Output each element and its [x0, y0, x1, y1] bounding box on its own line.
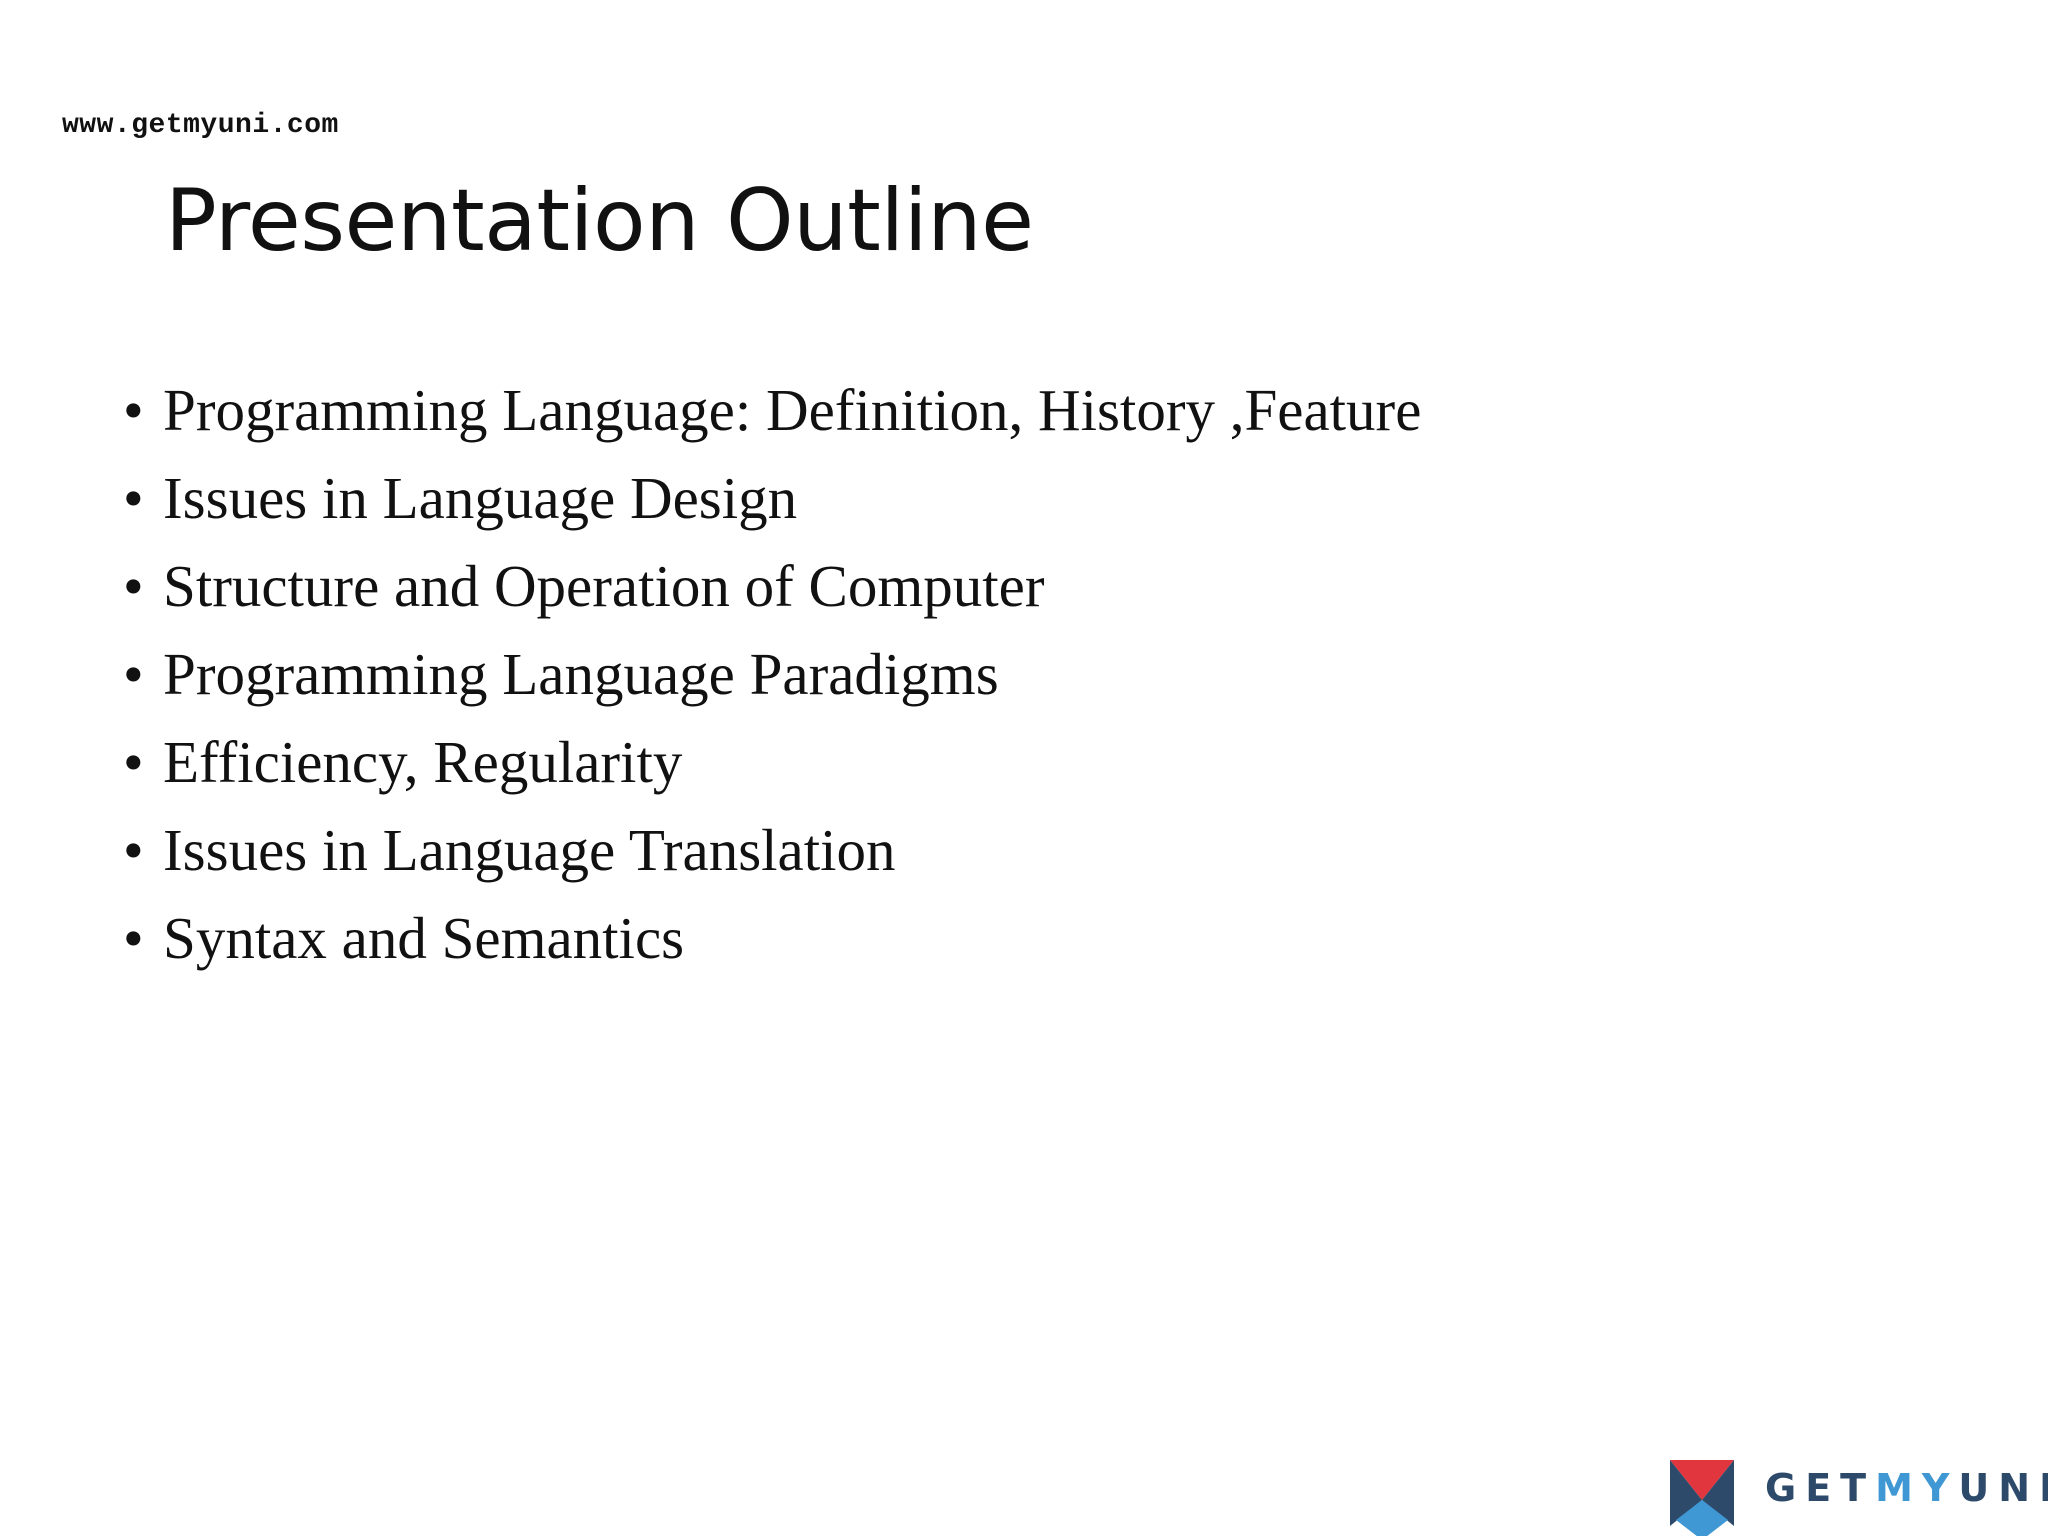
bullet-item: • Syntax and Semantics [123, 894, 1421, 982]
bullet-dot-icon: • [123, 377, 144, 443]
website-url: www.getmyuni.com [62, 110, 339, 141]
bullet-text: Programming Language Paradigms [163, 641, 999, 707]
bullet-text: Programming Language: Definition, Histor… [163, 377, 1422, 443]
getmyuni-logo-text: GETMYUNI [1765, 1466, 2048, 1510]
bullet-text: Efficiency, Regularity [163, 729, 683, 795]
bullet-item: • Issues in Language Design [123, 454, 1421, 542]
bullet-item: • Structure and Operation of Computer [123, 542, 1421, 630]
bullet-list: • Programming Language: Definition, Histo… [123, 366, 1421, 982]
bullet-dot-icon: • [123, 641, 144, 707]
bullet-text: Issues in Language Translation [163, 817, 896, 883]
bullet-item: • Issues in Language Translation [123, 806, 1421, 894]
bullet-text: Structure and Operation of Computer [163, 553, 1045, 619]
slide: www.getmyuni.com Presentation Outline • P… [0, 0, 2048, 1536]
bullet-dot-icon: • [123, 553, 144, 619]
bullet-dot-icon: • [123, 905, 144, 971]
bullet-dot-icon: • [123, 817, 144, 883]
bullet-text: Issues in Language Design [163, 465, 798, 531]
bullet-item: • Efficiency, Regularity [123, 718, 1421, 806]
bullet-item: • Programming Language: Definition, Histo… [123, 366, 1421, 454]
bullet-item: • Programming Language Paradigms [123, 630, 1421, 718]
bullet-dot-icon: • [123, 465, 144, 531]
bullet-dot-icon: • [123, 729, 144, 795]
bullet-text: Syntax and Semantics [163, 905, 685, 971]
slide-title: Presentation Outline [165, 171, 1034, 271]
